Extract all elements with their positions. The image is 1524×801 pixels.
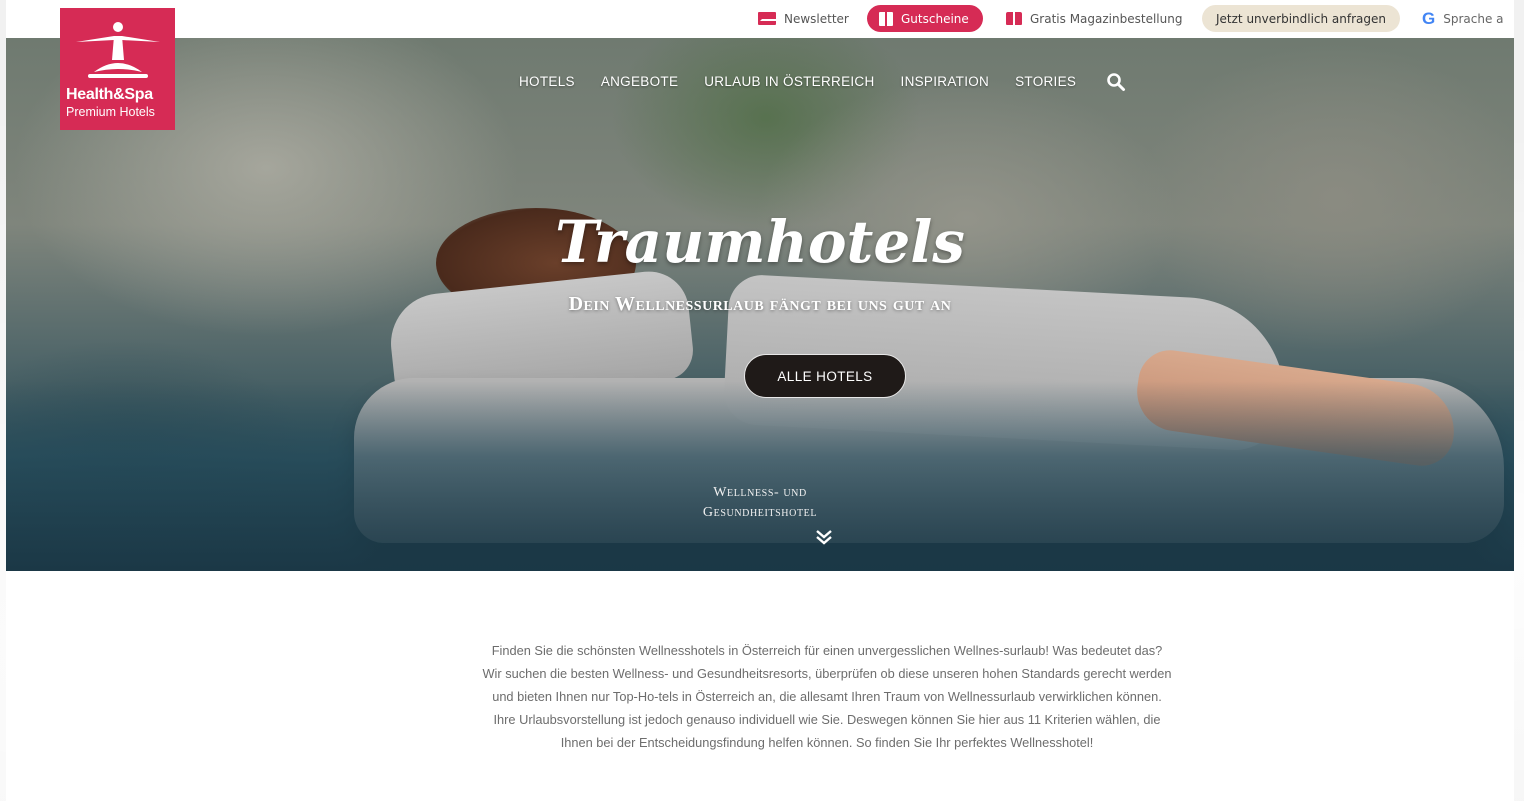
hero-subtitle: Dein Wellnessurlaub fängt bei uns gut an <box>568 293 952 315</box>
language-label: Sprache a <box>1443 11 1504 26</box>
nav-item-inspiration[interactable]: INSPIRATION <box>901 74 990 89</box>
mail-icon <box>758 12 778 25</box>
newsletter-link[interactable]: Newsletter <box>758 5 849 32</box>
yoga-figure-icon <box>76 22 160 78</box>
page: Newsletter Gutscheine Gratis Magazinbest… <box>6 0 1514 801</box>
nav-item-urlaub[interactable]: URLAUB IN ÖSTERREICH <box>704 74 874 89</box>
gift-icon <box>879 11 893 26</box>
language-selector[interactable]: G Sprache a <box>1422 5 1504 32</box>
logo-name: Health&Spa <box>66 86 153 103</box>
magazin-label: Gratis Magazinbestellung <box>1030 11 1183 26</box>
hero-caption-line2: Gesundheitshotel <box>702 505 818 520</box>
hero-title: Traumhotels <box>555 208 965 276</box>
double-chevron-down-icon[interactable] <box>815 528 833 546</box>
anfragen-button[interactable]: Jetzt unverbindlich anfragen <box>1202 5 1401 32</box>
google-icon: G <box>1422 8 1436 28</box>
all-hotels-button[interactable]: ALLE HOTELS <box>744 354 906 398</box>
nav-item-angebote[interactable]: ANGEBOTE <box>601 74 678 89</box>
newsletter-label: Newsletter <box>784 11 849 26</box>
book-icon <box>1006 12 1022 25</box>
hero-caption: Wellness- und Gesundheitshotel <box>6 483 1514 523</box>
magazin-link[interactable]: Gratis Magazinbestellung <box>1006 5 1182 32</box>
intro-text: Finden Sie die schönsten Wellnesshotels … <box>482 643 1172 750</box>
nav-item-hotels[interactable]: HOTELS <box>519 74 575 89</box>
search-icon[interactable] <box>1106 72 1126 92</box>
logo-subtitle: Premium Hotels <box>66 105 155 119</box>
hero-image-water <box>6 381 1514 571</box>
main-nav: HOTELS ANGEBOTE URLAUB IN ÖSTERREICH INS… <box>519 74 1076 89</box>
site-logo[interactable]: Health&Spa Premium Hotels <box>60 8 175 130</box>
anfragen-label: Jetzt unverbindlich anfragen <box>1216 11 1387 26</box>
hero-caption-line1: Wellness- und <box>713 485 807 500</box>
gutscheine-button[interactable]: Gutscheine <box>867 5 983 32</box>
gutscheine-label: Gutscheine <box>901 11 969 26</box>
utility-bar: Newsletter Gutscheine Gratis Magazinbest… <box>6 0 1514 38</box>
nav-item-stories[interactable]: STORIES <box>1015 74 1076 89</box>
